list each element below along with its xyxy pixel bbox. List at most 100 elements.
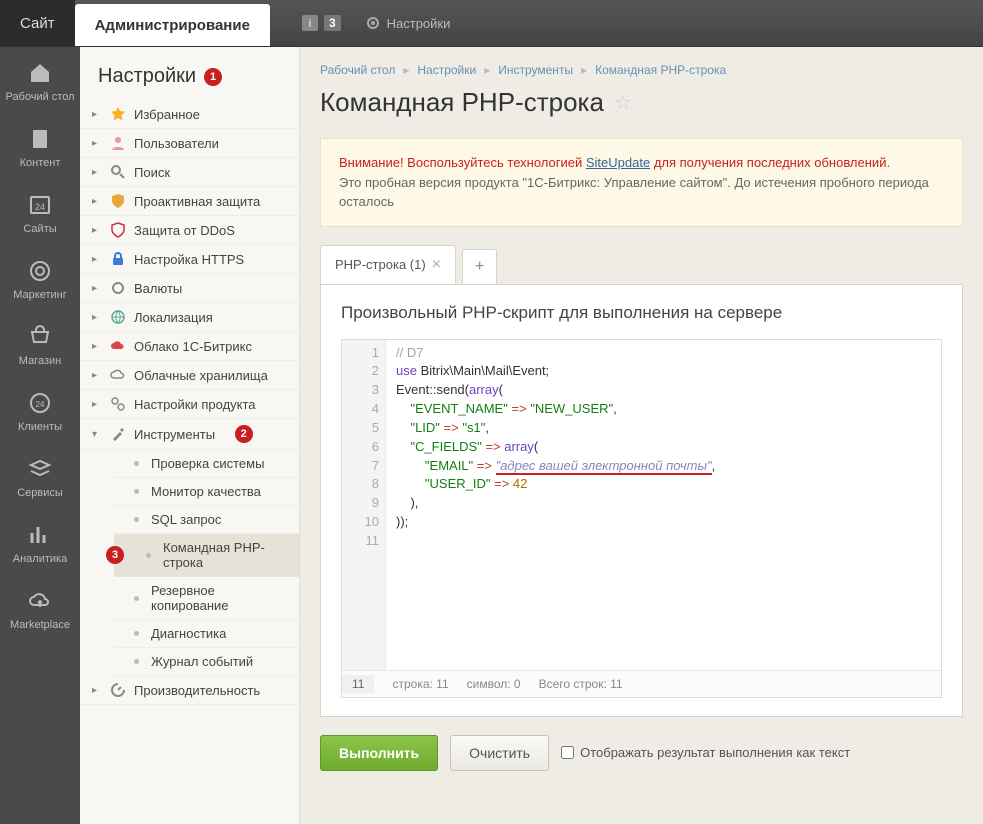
chart-icon xyxy=(26,523,54,547)
nav-content[interactable]: Контент xyxy=(0,113,80,179)
close-icon[interactable]: × xyxy=(432,256,441,274)
sidebar-title: Настройки 1 xyxy=(80,47,299,100)
lock-icon xyxy=(110,251,126,267)
notif-badge: 3 xyxy=(324,15,341,31)
bullet-icon xyxy=(134,517,139,522)
gear-icon xyxy=(365,15,381,31)
status-col: символ: 0 xyxy=(467,677,521,691)
nav-services[interactable]: Сервисы xyxy=(0,443,80,509)
code-area[interactable]: // D7 use Bitrix\Main\Mail\Event; Event:… xyxy=(386,340,941,670)
notifications-button[interactable]: i 3 xyxy=(290,0,353,46)
nav-sites[interactable]: 24Сайты xyxy=(0,179,80,245)
sidebar-item-product[interactable]: ▸Настройки продукта xyxy=(80,390,299,419)
chevron-right-icon: ▸ xyxy=(92,109,102,120)
chevron-right-icon: ▸ xyxy=(92,138,102,149)
tools-backup[interactable]: Резервное копирование xyxy=(114,577,299,620)
chevron-right-icon: ▸ xyxy=(92,685,102,696)
layers-icon xyxy=(26,457,54,481)
panel: Произвольный PHP-скрипт для выполнения н… xyxy=(320,284,963,717)
run-button[interactable]: Выполнить xyxy=(320,735,438,771)
bullet-icon xyxy=(134,461,139,466)
tools-log[interactable]: Журнал событий xyxy=(114,648,299,676)
topbar: Сайт Администрирование i 3 Настройки xyxy=(0,0,983,47)
tabs: PHP-строка (1) × + xyxy=(320,245,963,284)
sidebar-item-proactive[interactable]: ▸Проактивная защита xyxy=(80,187,299,216)
sidebar-item-favorites[interactable]: ▸Избранное xyxy=(80,100,299,129)
crumb-php[interactable]: Командная PHP-строка xyxy=(595,63,726,77)
bullet-icon xyxy=(134,631,139,636)
favorite-star-icon[interactable]: ☆ xyxy=(614,90,632,115)
sidebar-item-search[interactable]: ▸Поиск xyxy=(80,158,299,187)
cloud-icon xyxy=(26,589,54,613)
tab-php1[interactable]: PHP-строка (1) × xyxy=(320,245,456,284)
settings-button[interactable]: Настройки xyxy=(353,0,463,46)
editor-status: 11 строка: 11 символ: 0 Всего строк: 11 xyxy=(342,670,941,697)
svg-text:i: i xyxy=(309,18,311,30)
sidebar-item-tools[interactable]: ▾Инструменты 2 xyxy=(80,419,299,450)
tools-syscheck[interactable]: Проверка системы xyxy=(114,450,299,478)
chevron-right-icon: ▸ xyxy=(92,312,102,323)
shield-icon xyxy=(110,193,126,209)
alert-trial: Это пробная версия продукта "1С-Битрикс:… xyxy=(339,175,929,210)
astext-label[interactable]: Отображать результат выполнения как текс… xyxy=(561,745,850,760)
panel-title: Произвольный PHP-скрипт для выполнения н… xyxy=(341,303,942,323)
chevron-right-icon: ▸ xyxy=(92,370,102,381)
php-badge: 3 xyxy=(106,546,124,564)
code-editor[interactable]: 1234567891011 // D7 use Bitrix\Main\Mail… xyxy=(341,339,942,698)
siteupdate-link[interactable]: SiteUpdate xyxy=(586,155,650,170)
crumb-tools[interactable]: Инструменты xyxy=(498,63,573,77)
status-total: Всего строк: 11 xyxy=(539,677,623,691)
home-icon xyxy=(26,61,54,85)
clock-icon: 24 xyxy=(26,391,54,415)
tab-admin[interactable]: Администрирование xyxy=(75,4,270,46)
nav-shop[interactable]: Магазин xyxy=(0,311,80,377)
search-icon xyxy=(110,164,126,180)
tab-add[interactable]: + xyxy=(462,249,497,284)
tools-php[interactable]: 3Командная PHP-строка xyxy=(114,534,299,577)
perf-icon xyxy=(110,682,126,698)
sidebar-item-locale[interactable]: ▸Локализация xyxy=(80,303,299,332)
sidebar-item-ddos[interactable]: ▸Защита от DDoS xyxy=(80,216,299,245)
tools-sql[interactable]: SQL запрос xyxy=(114,506,299,534)
clear-button[interactable]: Очистить xyxy=(450,735,549,771)
astext-checkbox[interactable] xyxy=(561,746,574,759)
sidebar-item-https[interactable]: ▸Настройка HTTPS xyxy=(80,245,299,274)
crumb-desktop[interactable]: Рабочий стол xyxy=(320,63,395,77)
ddos-icon xyxy=(110,222,126,238)
tools-quality[interactable]: Монитор качества xyxy=(114,478,299,506)
user-icon xyxy=(110,135,126,151)
globe-icon xyxy=(110,309,126,325)
actions: Выполнить Очистить Отображать результат … xyxy=(320,735,963,771)
chevron-down-icon: ▾ xyxy=(92,429,102,440)
title-badge: 1 xyxy=(204,68,222,86)
sidebar-item-currency[interactable]: ▸Валюты xyxy=(80,274,299,303)
nav-desktop[interactable]: Рабочий стол xyxy=(0,47,80,113)
page-title: Командная PHP-строка ☆ xyxy=(300,83,983,138)
sidebar: Настройки 1 ▸Избранное ▸Пользователи ▸По… xyxy=(80,47,300,824)
breadcrumb: Рабочий стол▸ Настройки▸ Инструменты▸ Ко… xyxy=(300,47,983,83)
status-line: строка: 11 xyxy=(392,677,448,691)
crumb-settings[interactable]: Настройки xyxy=(417,63,476,77)
sidebar-item-cloudstorage[interactable]: ▸Облачные хранилища xyxy=(80,361,299,390)
nav-marketplace[interactable]: Marketplace xyxy=(0,575,80,641)
doc-icon xyxy=(26,127,54,151)
nav-clients[interactable]: 24Клиенты xyxy=(0,377,80,443)
star-icon xyxy=(110,106,126,122)
chevron-right-icon: ▸ xyxy=(92,283,102,294)
chevron-right-icon: ▸ xyxy=(92,399,102,410)
sidebar-item-perf[interactable]: ▸Производительность xyxy=(80,676,299,705)
tab-site[interactable]: Сайт xyxy=(0,0,75,46)
nav-analytics[interactable]: Аналитика xyxy=(0,509,80,575)
sidebar-item-users[interactable]: ▸Пользователи xyxy=(80,129,299,158)
bullet-icon xyxy=(146,553,151,558)
gutter: 1234567891011 xyxy=(342,340,386,670)
bullet-icon xyxy=(134,659,139,664)
sidebar-item-cloud1c[interactable]: ▸Облако 1С-Битрикс xyxy=(80,332,299,361)
content: Рабочий стол▸ Настройки▸ Инструменты▸ Ко… xyxy=(300,47,983,824)
chevron-right-icon: ▸ xyxy=(92,196,102,207)
tools-diag[interactable]: Диагностика xyxy=(114,620,299,648)
chevron-right-icon: ▸ xyxy=(92,225,102,236)
cart-icon xyxy=(26,325,54,349)
alert: Внимание! Воспользуйтесь технологией Sit… xyxy=(320,138,963,227)
nav-marketing[interactable]: Маркетинг xyxy=(0,245,80,311)
